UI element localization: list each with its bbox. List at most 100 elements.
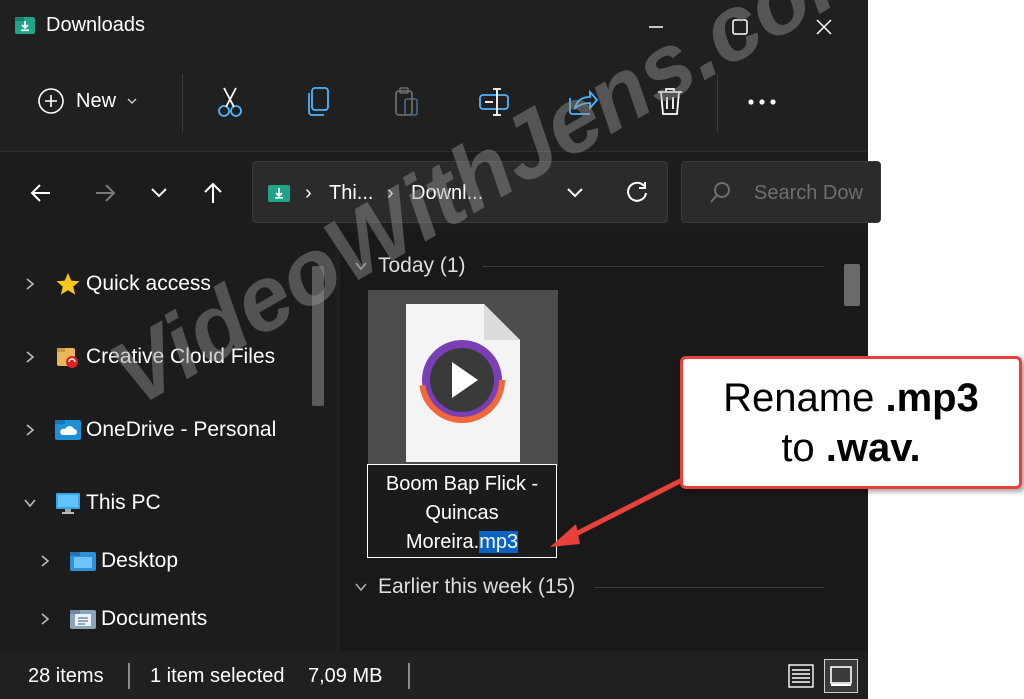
more-icon <box>748 99 776 105</box>
group-header-earlier[interactable]: Earlier this week (15) <box>354 575 575 599</box>
arrow-up-icon <box>204 182 222 203</box>
selection-count: 1 item selected <box>150 665 285 687</box>
sidebar-item-creative-cloud[interactable]: Creative Cloud Files <box>18 337 275 377</box>
toolbar-separator <box>182 74 183 132</box>
sidebar-item-onedrive[interactable]: OneDrive - Personal <box>18 410 276 450</box>
new-button[interactable]: New <box>36 86 138 116</box>
status-bar: 28 items 1 item selected 7,09 MB <box>0 651 868 699</box>
item-count: 28 items <box>28 665 104 687</box>
refresh-icon <box>627 181 647 202</box>
arrow-right-icon <box>96 184 116 202</box>
share-button[interactable] <box>562 84 602 120</box>
chevron-right-icon <box>18 423 42 437</box>
chevron-down-icon <box>567 188 583 198</box>
annotation-arrow <box>550 473 693 547</box>
sidebar-item-quick-access[interactable]: Quick access <box>18 264 211 304</box>
file-name-base: Moreira. <box>405 531 480 553</box>
selection-size: 7,09 MB <box>308 665 383 687</box>
sidebar-item-label: Quick access <box>86 272 211 295</box>
sidebar-scrollbar[interactable] <box>310 266 326 651</box>
copy-icon <box>308 87 329 116</box>
downloads-folder-icon <box>14 14 36 36</box>
file-list-scrollbar[interactable] <box>844 264 860 314</box>
file-extension-selected[interactable]: mp3 <box>479 531 519 553</box>
documents-folder-icon <box>69 606 97 632</box>
refresh-button[interactable] <box>625 180 649 209</box>
sidebar-item-documents[interactable]: Documents <box>33 599 207 639</box>
desktop-folder-icon <box>69 548 97 574</box>
chevron-down-icon <box>151 188 167 198</box>
chevron-right-icon <box>18 350 42 364</box>
chevron-down-icon <box>355 583 367 592</box>
new-button-label: New <box>76 89 117 112</box>
address-bar[interactable]: › Thi... › Downl... <box>252 161 668 223</box>
downloads-folder-icon <box>267 182 291 209</box>
window-title: Downloads <box>46 14 145 36</box>
sidebar-item-desktop[interactable]: Desktop <box>33 541 178 581</box>
creative-cloud-folder-icon <box>54 344 82 370</box>
sidebar-item-label: Creative Cloud Files <box>86 345 276 368</box>
breadcrumb-downloads[interactable]: Downl... <box>411 182 483 205</box>
delete-icon <box>658 88 682 115</box>
arrow-left-icon <box>30 184 50 202</box>
group-header-today[interactable]: Today (1) <box>354 254 466 278</box>
callout-text-bold: .wav. <box>825 426 921 470</box>
details-view-button[interactable] <box>784 659 818 693</box>
paste-icon <box>395 87 418 116</box>
chevron-right-icon <box>33 612 57 626</box>
command-bar: New <box>0 56 868 152</box>
callout-text: Rename <box>723 376 886 420</box>
search-input[interactable]: Search Dow <box>754 182 863 205</box>
share-icon <box>569 89 598 115</box>
annotation-callout: Rename .mp3 to .wav. <box>680 356 1022 489</box>
status-separator <box>408 663 410 689</box>
back-button[interactable] <box>24 176 58 210</box>
sidebar-scrollbar-thumb[interactable] <box>312 266 324 406</box>
toolbar-separator <box>717 74 718 132</box>
paste-button[interactable] <box>386 84 426 120</box>
rename-button[interactable] <box>474 84 514 120</box>
callout-text: to <box>781 426 826 470</box>
callout-text-bold: .mp3 <box>885 376 979 420</box>
delete-button[interactable] <box>650 84 690 120</box>
large-icons-view-button[interactable] <box>824 659 858 693</box>
sidebar-item-label: This PC <box>86 491 161 514</box>
up-button[interactable] <box>196 176 230 210</box>
minimize-button[interactable] <box>636 12 676 42</box>
file-item-selected[interactable] <box>368 290 558 466</box>
monitor-icon <box>54 490 82 516</box>
details-view-icon <box>788 664 814 688</box>
chevron-down-icon <box>18 498 42 508</box>
forward-button[interactable] <box>88 176 122 210</box>
sidebar-item-this-pc[interactable]: This PC <box>18 483 161 523</box>
chevron-down-icon <box>127 98 137 104</box>
navigation-pane: Quick access Creative Cloud Files OneDri… <box>0 232 335 651</box>
sidebar-item-label: OneDrive - Personal <box>86 418 277 441</box>
callout-line: Rename .mp3 <box>683 373 1019 423</box>
group-header-label: Today (1) <box>378 254 466 277</box>
cut-icon <box>218 87 242 117</box>
address-dropdown-button[interactable] <box>565 186 585 205</box>
onedrive-folder-icon <box>54 417 82 443</box>
file-list-scrollbar-thumb[interactable] <box>844 264 860 306</box>
sidebar-item-label: Documents <box>101 607 208 630</box>
cut-button[interactable] <box>210 84 250 120</box>
search-box[interactable]: Search Dow <box>681 161 881 223</box>
title-bar: Downloads <box>0 0 868 56</box>
maximize-button[interactable] <box>720 12 760 42</box>
chevron-right-icon <box>33 554 57 568</box>
callout-line: to .wav. <box>683 423 1019 473</box>
audio-file-icon <box>406 304 520 462</box>
sidebar-item-label: Desktop <box>101 549 179 572</box>
file-explorer-window: Downloads New › Thi... › Downl... Search… <box>0 0 881 699</box>
more-options-button[interactable] <box>742 84 782 120</box>
close-button[interactable] <box>804 12 844 42</box>
recent-locations-button[interactable] <box>142 176 176 210</box>
copy-button[interactable] <box>298 84 338 120</box>
breadcrumb-separator: › <box>387 182 394 204</box>
large-icons-view-icon <box>830 666 852 686</box>
rename-icon <box>479 88 509 116</box>
breadcrumb-this-pc[interactable]: Thi... <box>329 182 373 205</box>
star-icon <box>54 271 82 297</box>
navigation-bar: › Thi... › Downl... Search Dow <box>0 152 881 232</box>
